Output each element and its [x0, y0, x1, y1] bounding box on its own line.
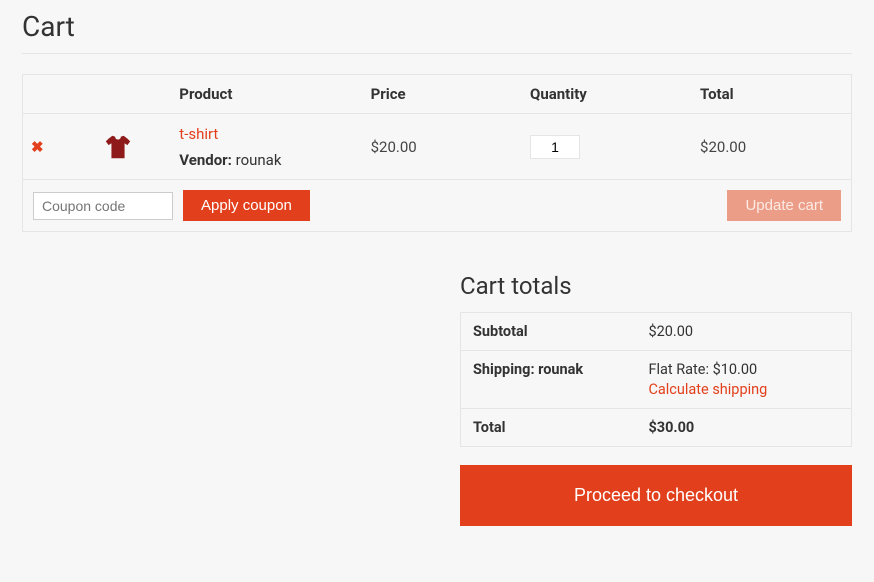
item-price: $20.00 [371, 138, 417, 156]
proceed-to-checkout-button[interactable]: Proceed to checkout [460, 465, 852, 526]
header-remove [23, 75, 66, 114]
remove-item-button[interactable]: ✖ [31, 138, 44, 156]
total-label: Total [461, 409, 637, 447]
header-total: Total [692, 75, 851, 114]
update-cart-button[interactable]: Update cart [727, 190, 841, 221]
item-total: $20.00 [700, 138, 746, 156]
cart-row: ✖ t-shirt Vendor: rounak $20.00 [23, 114, 852, 180]
shipping-label: Shipping: rounak [461, 351, 637, 409]
cart-table: Product Price Quantity Total ✖ t-shirt V… [22, 74, 852, 232]
subtotal-value: $20.00 [636, 313, 851, 351]
header-price: Price [363, 75, 522, 114]
subtotal-label: Subtotal [461, 313, 637, 351]
calculate-shipping-link[interactable]: Calculate shipping [648, 381, 767, 398]
vendor-name: rounak [236, 151, 282, 169]
total-value: $30.00 [636, 409, 851, 447]
apply-coupon-button[interactable]: Apply coupon [183, 190, 310, 221]
header-thumb [65, 75, 171, 114]
shipping-value: Flat Rate: $10.00 [648, 361, 839, 378]
header-quantity: Quantity [522, 75, 692, 114]
page-title: Cart [22, 10, 852, 54]
vendor-line: Vendor: rounak [179, 151, 354, 169]
product-thumbnail[interactable] [103, 132, 133, 162]
coupon-input[interactable] [33, 192, 173, 220]
cart-totals-table: Subtotal $20.00 Shipping: rounak Flat Ra… [460, 312, 852, 447]
vendor-label: Vendor: [179, 151, 232, 169]
header-product: Product [171, 75, 362, 114]
product-link[interactable]: t-shirt [179, 125, 218, 143]
cart-totals-heading: Cart totals [460, 272, 852, 300]
quantity-input[interactable] [530, 135, 580, 159]
